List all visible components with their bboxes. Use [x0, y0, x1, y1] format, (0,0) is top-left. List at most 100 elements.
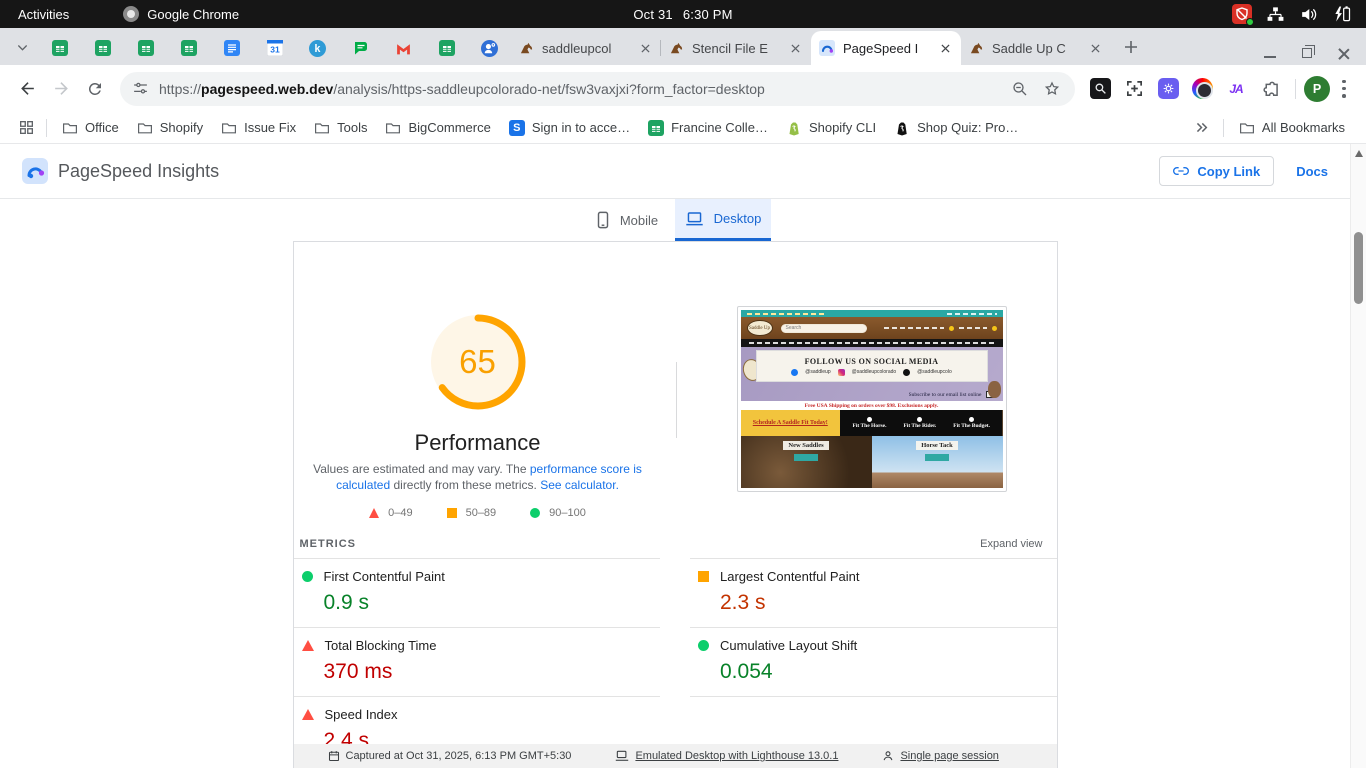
system-top-bar: Activities Google Chrome Oct 31 6:30 PM [0, 0, 1366, 28]
bookmark-francine[interactable]: Francine Colle… [639, 116, 777, 140]
metrics-heading: METRICS [299, 538, 356, 550]
pinned-tab-sheets-4[interactable] [167, 31, 210, 65]
site-screenshot-thumbnail[interactable]: Saddle Up Search FOLLOW US ON SOCIAL MED… [736, 306, 1007, 492]
site-button [925, 454, 949, 461]
legend-average-range: 50–89 [446, 507, 496, 519]
copy-link-button[interactable]: Copy Link [1159, 156, 1275, 186]
network-tray-icon[interactable] [1266, 5, 1285, 24]
calendar-icon [328, 751, 339, 762]
red-triangle-icon [369, 508, 380, 518]
tab-search-chevron-button[interactable] [8, 33, 36, 61]
site-search-bar: Search [780, 323, 867, 333]
bookmarks-overflow-chevron[interactable] [1186, 117, 1217, 138]
pinned-tab-sheets-2[interactable] [81, 31, 124, 65]
score-section: 65 Performance Values are estimated and … [294, 242, 1057, 534]
window-controls [1264, 45, 1366, 65]
tab-desktop[interactable]: Desktop [675, 199, 771, 241]
bookmark-folder-issue-fix[interactable]: Issue Fix [212, 116, 305, 140]
tab-close-icon[interactable] [637, 40, 653, 56]
tab-saddleupcolorado[interactable]: saddleupcol [511, 31, 661, 65]
bookmark-star-icon[interactable] [1043, 80, 1061, 98]
tab-stencil-file[interactable]: Stencil File E [661, 31, 811, 65]
window-restore-button[interactable] [1302, 45, 1315, 58]
tab-close-icon[interactable] [787, 40, 803, 56]
page-scrollbar[interactable] [1350, 144, 1366, 768]
zoom-indicator-icon[interactable] [1011, 80, 1029, 98]
bookmark-sign-in[interactable]: S Sign in to acce… [500, 116, 639, 140]
green-circle-icon [530, 508, 541, 518]
extension-screen-capture-icon[interactable] [1122, 77, 1146, 101]
bookmark-folder-shopify[interactable]: Shopify [128, 116, 212, 140]
extension-camera-lens-icon[interactable] [1190, 77, 1214, 101]
scrollbar-thumb[interactable] [1354, 232, 1363, 304]
extensions-puzzle-icon[interactable] [1258, 77, 1282, 101]
bookmark-shop-quiz[interactable]: Shop Quiz: Pro… [885, 116, 1027, 140]
folder-icon [1239, 122, 1254, 133]
bookmark-folder-bigcommerce[interactable]: BigCommerce [376, 116, 499, 140]
expand-view-button[interactable]: Expand view [980, 538, 1042, 550]
battery-tray-icon[interactable] [1332, 4, 1352, 24]
pinned-tab-gmail[interactable] [382, 31, 425, 65]
pinned-tab-sheets-3[interactable] [124, 31, 167, 65]
category-label: Performance [414, 430, 541, 455]
pagespeed-insights-page: PageSpeed Insights Copy Link Docs Mobile… [0, 144, 1350, 768]
instagram-icon [837, 368, 845, 376]
site-social-section: FOLLOW US ON SOCIAL MEDIA @saddleup @sad… [740, 347, 1003, 401]
site-cta: Schedule A Saddle Fit Today! [740, 410, 841, 436]
bookmark-shopify-cli[interactable]: Shopify CLI [777, 116, 885, 140]
pinned-tab-docs[interactable] [210, 31, 253, 65]
site-preview: Saddle Up Search FOLLOW US ON SOCIAL MED… [740, 310, 1003, 488]
site-shipping-banner: Free USA Shipping on orders over $98. Ex… [740, 401, 1003, 410]
pinned-tab-kajabi[interactable]: k [296, 31, 339, 65]
chrome-menu-icon[interactable] [1342, 79, 1346, 98]
tab-close-icon[interactable] [937, 40, 953, 56]
system-clock[interactable]: Oct 31 6:30 PM [0, 7, 1366, 22]
legend-fail-range: 0–49 [369, 507, 413, 519]
emulated-environment-link[interactable]: Emulated Desktop with Lighthouse 13.0.1 [615, 750, 838, 762]
all-bookmarks-button[interactable]: All Bookmarks [1230, 116, 1354, 140]
pagespeed-favicon [819, 40, 835, 56]
tab-pagespeed-active[interactable]: PageSpeed I [811, 31, 961, 65]
address-bar[interactable]: https://pagespeed.web.dev/analysis/https… [120, 71, 1075, 106]
apps-grid-icon[interactable] [14, 116, 38, 140]
bookmark-folder-office[interactable]: Office [53, 116, 128, 140]
orange-square-icon [698, 571, 709, 582]
tab-saddle-up[interactable]: Saddle Up C [961, 31, 1111, 65]
new-tab-button[interactable] [1117, 33, 1145, 61]
pinned-tab-assistant[interactable] [468, 31, 511, 65]
tab-close-icon[interactable] [1087, 40, 1103, 56]
profile-avatar[interactable]: P [1304, 75, 1330, 102]
pinned-tab-sheets-5[interactable] [425, 31, 468, 65]
extension-ja-icon[interactable]: JA [1224, 77, 1248, 101]
report-footer: Captured at Oct 31, 2025, 6:13 PM GMT+5:… [293, 744, 1057, 768]
window-close-button[interactable] [1338, 47, 1350, 59]
back-button[interactable] [10, 72, 44, 106]
docs-link[interactable]: Docs [1296, 164, 1328, 179]
person-icon [884, 751, 893, 761]
pinned-tab-calendar[interactable]: 31 [253, 31, 296, 65]
pinned-tab-chat[interactable] [339, 31, 382, 65]
window-minimize-button[interactable] [1264, 56, 1276, 58]
green-circle-icon [301, 571, 313, 582]
site-nav [740, 339, 1003, 347]
scroll-up-arrow[interactable] [1355, 150, 1363, 157]
legend-pass-range: 90–100 [530, 507, 586, 519]
extension-seo-search-icon[interactable] [1088, 77, 1112, 101]
svg-text:k: k [315, 43, 321, 55]
session-type-link[interactable]: Single page session [882, 750, 999, 762]
extension-settings-purple-icon[interactable] [1156, 77, 1180, 101]
tab-mobile[interactable]: Mobile [579, 199, 675, 241]
volume-tray-icon[interactable] [1299, 5, 1318, 24]
reload-button[interactable] [78, 72, 112, 106]
tiktok-icon [903, 368, 911, 376]
site-settings-icon[interactable] [132, 80, 149, 97]
pinned-tab-sheets-1[interactable] [38, 31, 81, 65]
forward-button[interactable] [44, 72, 78, 106]
shield-blocker-tray-icon[interactable] [1232, 4, 1254, 26]
system-tray [1232, 4, 1366, 26]
url-text[interactable]: https://pagespeed.web.dev/analysis/https… [159, 81, 997, 97]
smartsheet-icon: S [508, 119, 525, 136]
bookmark-folder-tools[interactable]: Tools [305, 116, 376, 140]
svg-text:31: 31 [270, 45, 280, 55]
see-calculator-link[interactable]: See calculator. [540, 478, 619, 492]
